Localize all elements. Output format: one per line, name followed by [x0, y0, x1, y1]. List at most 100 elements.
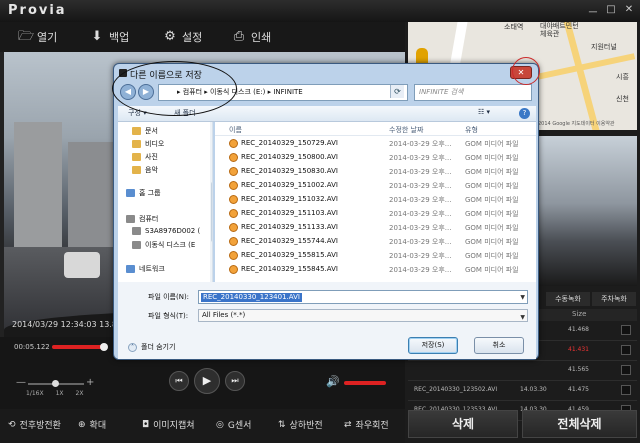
backup-button[interactable]: ⬇ 백업 — [90, 29, 130, 45]
media-file-icon — [229, 181, 238, 190]
print-icon: ⎙ — [233, 29, 245, 44]
nav-item-label: 음악 — [145, 166, 158, 174]
g-sensor-button[interactable]: ◎ G센서 — [216, 418, 252, 432]
previous-button[interactable]: ⏮ — [169, 371, 189, 391]
g-sensor-icon: ◎ — [216, 419, 224, 430]
nav-item-homegroup[interactable]: 홈 그룹 — [126, 188, 161, 198]
save-button[interactable]: 저장(S) — [408, 337, 458, 354]
nav-item-documents[interactable]: 문서 — [132, 126, 158, 136]
column-date[interactable]: 수정한 날짜 — [389, 125, 423, 135]
file-row[interactable]: REC_20140329_150800.AVI 2014-03-29 오후... G… — [215, 151, 536, 164]
column-name[interactable]: 이름 — [229, 125, 242, 135]
row-checkbox[interactable] — [621, 325, 631, 335]
title-bar: Provia ㅡ □ ✕ — [0, 0, 640, 22]
zoom-out-icon[interactable]: — — [16, 377, 26, 388]
zoom-in-icon[interactable]: + — [86, 377, 94, 388]
nav-item-music[interactable]: 음악 — [132, 165, 158, 175]
file-row[interactable]: REC_20140329_155744.AVI 2014-03-29 오후... G… — [215, 235, 536, 248]
file-row[interactable]: REC_20140329_155845.AVI 2014-03-29 오후... G… — [215, 263, 536, 276]
help-icon[interactable]: ? — [519, 108, 530, 119]
filetype-select[interactable]: All Files (*.*) ▼ — [198, 309, 528, 322]
current-time: 00:05.122 — [14, 343, 50, 351]
folder-icon — [132, 140, 141, 148]
file-row[interactable]: REC_20140329_150729.AVI 2014-03-29 오후... G… — [215, 137, 536, 150]
nav-item-label: 비디오 — [145, 140, 165, 148]
map-label: 대야배트민턴 체육관 — [540, 22, 579, 38]
delete-button[interactable]: 삭제 — [408, 410, 518, 438]
camera-icon: ◘ — [142, 419, 150, 430]
file-row[interactable]: REC_20140329_151103.AVI 2014-03-29 오후... G… — [215, 207, 536, 220]
media-file-icon — [229, 265, 238, 274]
nav-item-removable-disk[interactable]: 이동식 디스크 (E — [132, 240, 195, 250]
image-capture-button[interactable]: ◘ 이미지캡쳐 — [142, 418, 195, 432]
filename-input[interactable]: REC_20140330_123401.AVI ▼ — [198, 290, 528, 304]
zoom-knob[interactable] — [52, 380, 59, 387]
nav-item-drive-c[interactable]: S3A8976D002 ( — [132, 227, 200, 235]
flip-horizontal-label: 좌우회전 — [355, 421, 389, 431]
media-file-icon — [229, 251, 238, 260]
nav-item-computer[interactable]: 컴퓨터 — [126, 214, 158, 224]
delete-all-button[interactable]: 전체삭제 — [522, 410, 637, 438]
list-item[interactable]: 41.565 — [408, 361, 637, 381]
row-checkbox[interactable] — [621, 345, 631, 355]
zoom-button[interactable]: ⊕ 확대 — [78, 418, 106, 432]
open-button[interactable]: 🗁 열기 — [18, 29, 57, 45]
file-row[interactable]: REC_20140329_150830.AVI 2014-03-29 오후... G… — [215, 165, 536, 178]
chevron-down-icon[interactable]: ▼ — [520, 294, 525, 301]
row-checkbox[interactable] — [621, 365, 631, 375]
column-type[interactable]: 유형 — [465, 125, 478, 135]
seek-bar[interactable] — [52, 345, 104, 349]
nav-pane-scrollbar[interactable] — [210, 122, 212, 282]
file-date: 14.03.30 — [520, 386, 547, 393]
scrollbar-thumb[interactable] — [211, 182, 212, 242]
close-button[interactable]: ✕ — [624, 4, 634, 19]
flip-vertical-button[interactable]: ⇅ 상하반전 — [278, 418, 323, 432]
open-label: 열기 — [37, 31, 58, 44]
nav-item-label: 문서 — [145, 127, 158, 135]
file-type: GOM 미디어 파일 — [465, 196, 519, 204]
file-type: GOM 미디어 파일 — [465, 224, 519, 232]
folder-open-icon: 🗁 — [18, 29, 35, 44]
app-logo: Provia — [8, 3, 67, 18]
nav-item-videos[interactable]: 비디오 — [132, 139, 164, 149]
volume-icon[interactable]: 🔊 — [326, 375, 340, 388]
maximize-button[interactable]: □ — [606, 4, 616, 19]
folder-icon — [132, 127, 141, 135]
network-icon — [126, 265, 135, 273]
filetype-label: 파일 형식(T): — [148, 312, 189, 320]
seek-knob[interactable] — [100, 343, 108, 351]
list-item[interactable]: REC_20140330_123502.AVI 14.03.30 41.475 — [408, 381, 637, 401]
minimize-button[interactable]: ㅡ — [588, 4, 598, 19]
file-date: 2014-03-29 오후... — [389, 168, 452, 176]
view-options-icon[interactable]: ☷ ▾ — [478, 108, 490, 116]
search-input[interactable]: INFINITE 검색 — [414, 84, 532, 101]
cancel-button[interactable]: 취소 — [474, 337, 524, 354]
front-rear-switch-button[interactable]: ⟲ 전후방전환 — [8, 418, 61, 432]
play-button[interactable]: ▶ — [194, 368, 220, 394]
chevron-down-icon[interactable]: ▼ — [520, 312, 525, 323]
refresh-icon[interactable]: ⟳ — [390, 85, 404, 98]
file-row[interactable]: REC_20140329_151032.AVI 2014-03-29 오후... G… — [215, 193, 536, 206]
file-row[interactable]: REC_20140329_151133.AVI 2014-03-29 오후... G… — [215, 221, 536, 234]
print-button[interactable]: ⎙ 인쇄 — [232, 29, 271, 45]
next-button[interactable]: ⏭ — [225, 371, 245, 391]
zoom-slider[interactable]: — + 1/16X 1X 2X — [16, 377, 96, 399]
file-row[interactable]: REC_20140329_151002.AVI 2014-03-29 오후... G… — [215, 179, 536, 192]
g-sensor-label: G센서 — [227, 421, 252, 431]
nav-item-network[interactable]: 네트워크 — [126, 264, 165, 274]
file-row[interactable]: REC_20140329_155815.AVI 2014-03-29 오후... G… — [215, 249, 536, 262]
nav-item-label: 사진 — [145, 153, 158, 161]
map-label: 신천 — [616, 95, 629, 103]
row-checkbox[interactable] — [621, 385, 631, 395]
settings-button[interactable]: ⚙ 설정 — [163, 29, 202, 45]
nav-item-label: 홈 그룹 — [139, 189, 161, 197]
flip-horizontal-button[interactable]: ⇄ 좌우회전 — [344, 418, 389, 432]
folder-icon — [132, 153, 141, 161]
tab-parking-record[interactable]: 주차녹화 — [592, 292, 636, 306]
backup-icon: ⬇ — [91, 29, 103, 44]
hide-folders-toggle[interactable]: ˄ 폴더 숨기기 — [128, 342, 175, 352]
tab-manual-record[interactable]: 수동녹화 — [546, 292, 590, 306]
file-name: REC_20140329_151133.AVI — [241, 223, 338, 231]
volume-slider[interactable] — [344, 381, 386, 385]
nav-item-pictures[interactable]: 사진 — [132, 152, 158, 162]
